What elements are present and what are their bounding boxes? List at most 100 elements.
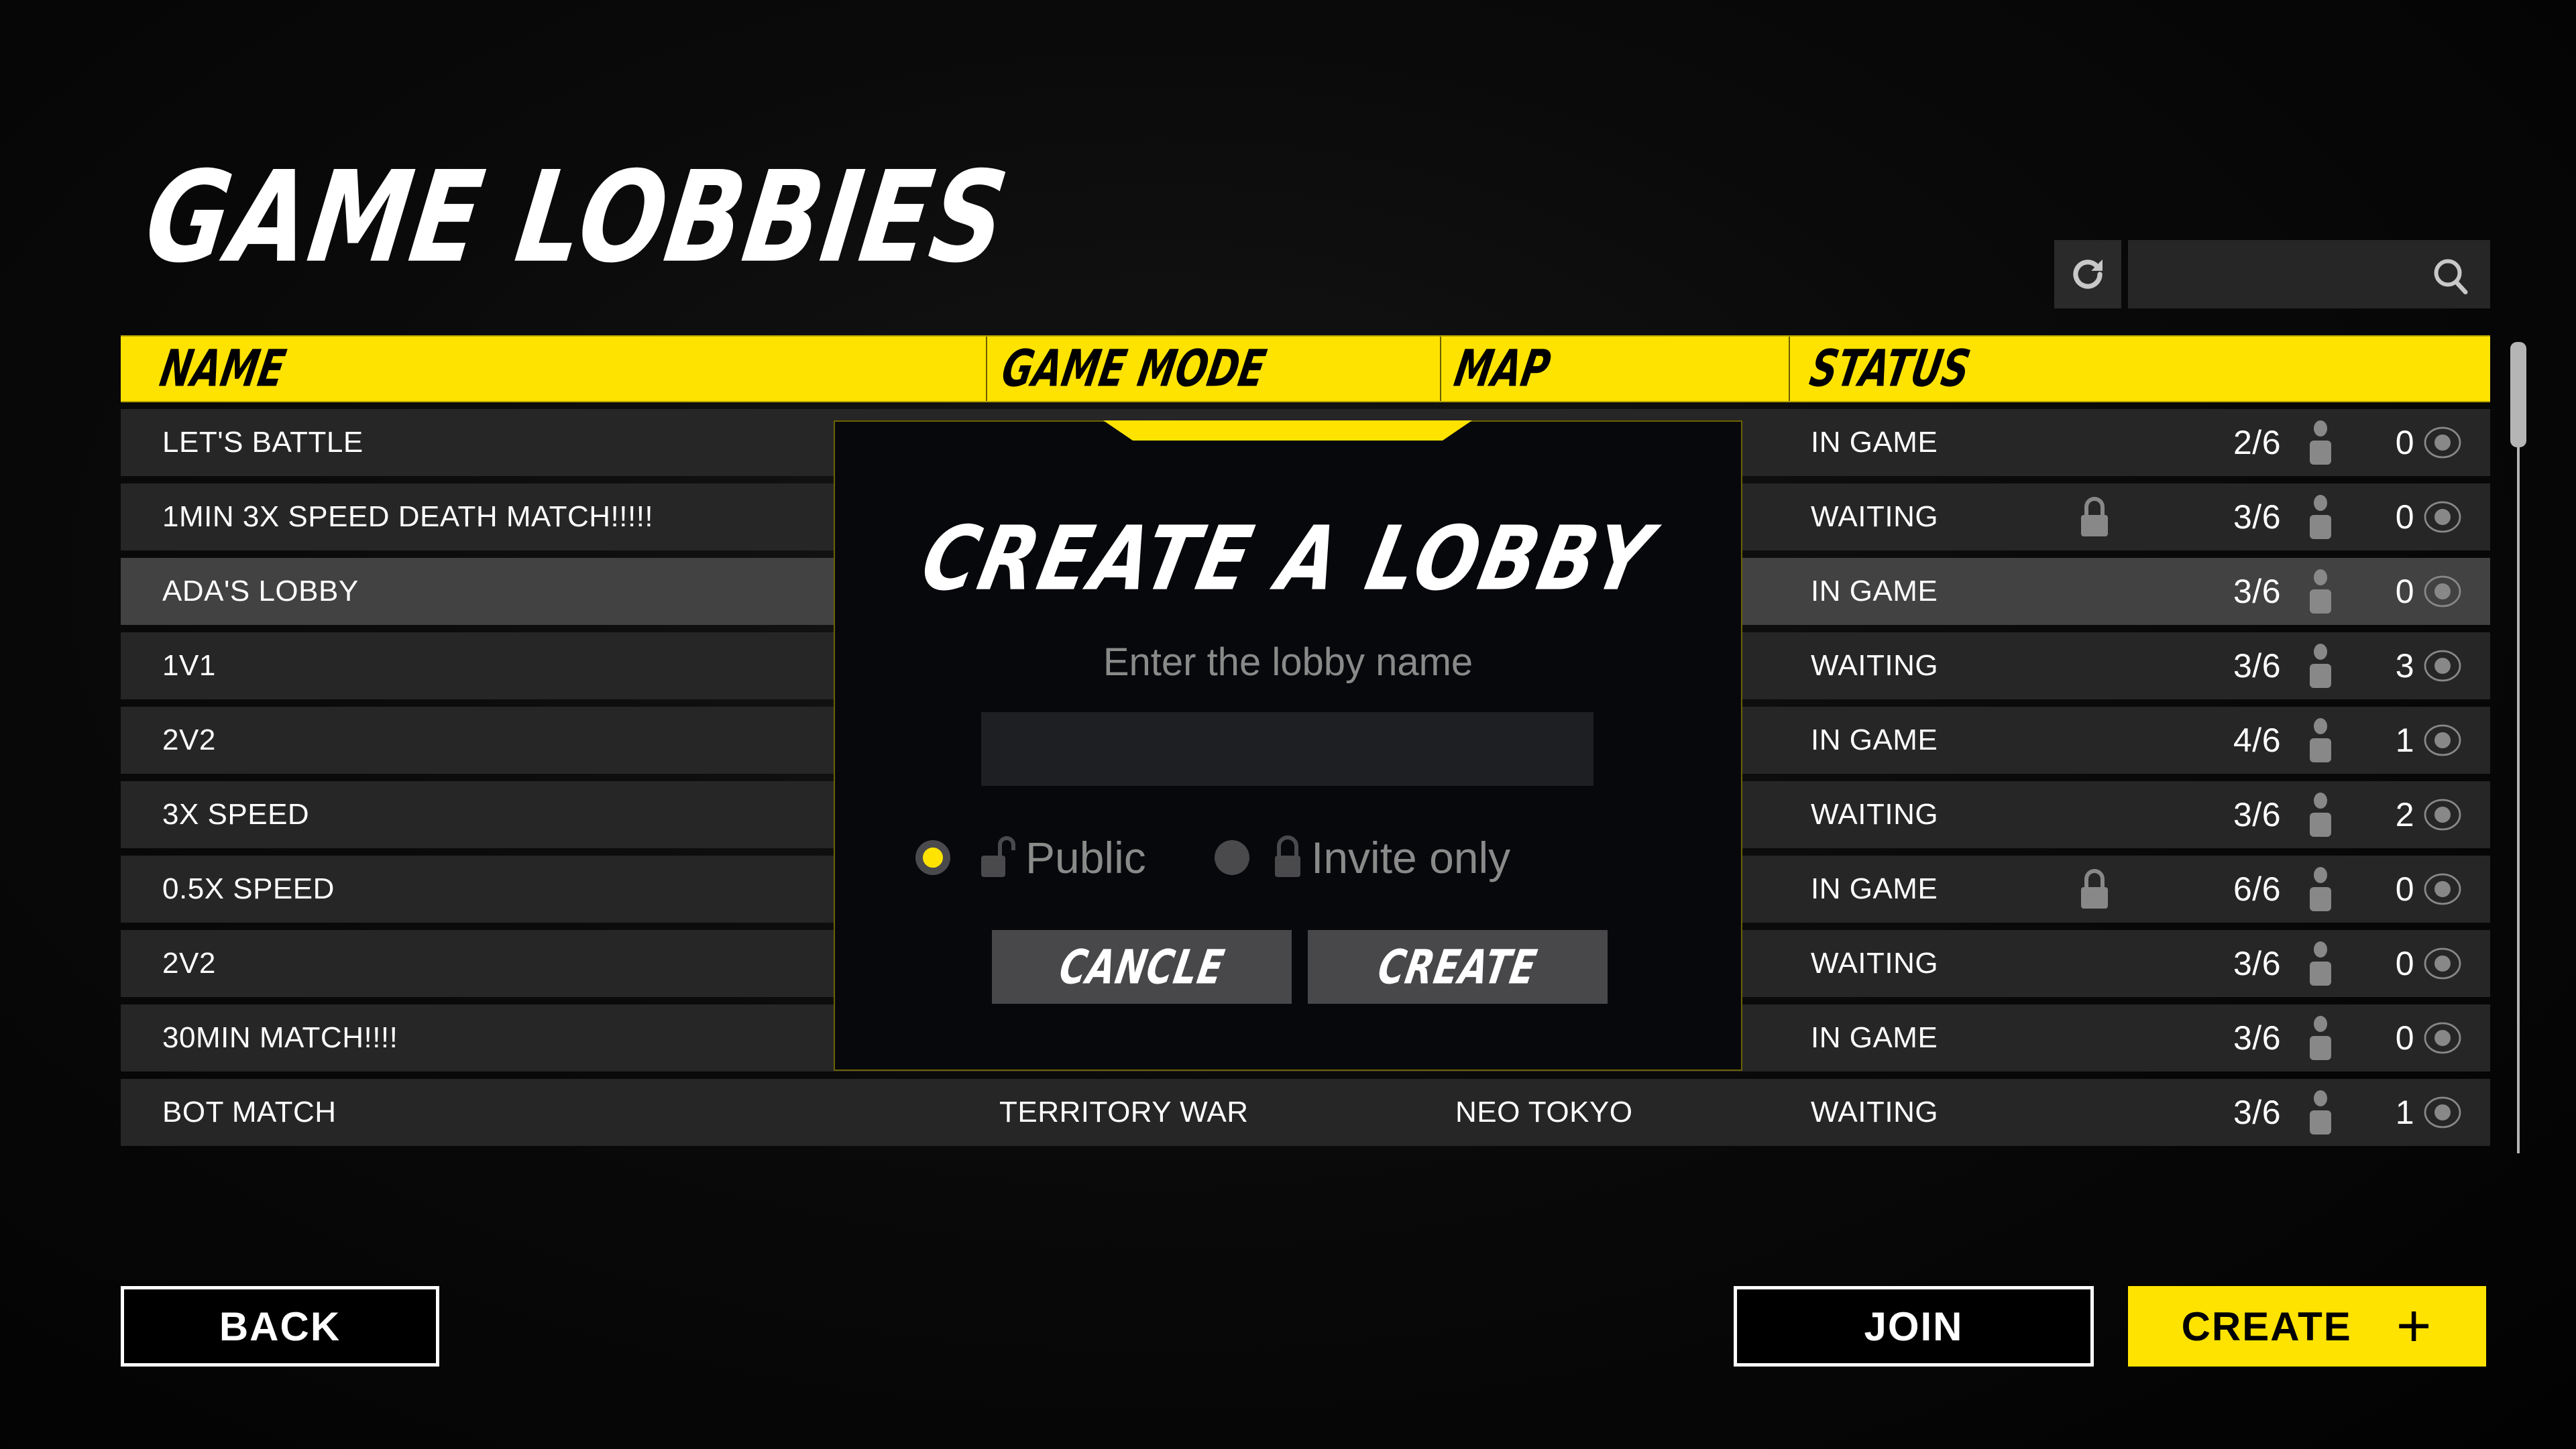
person-icon — [2308, 856, 2333, 923]
search-box — [2128, 240, 2490, 310]
lobby-name: 2V2 — [162, 947, 216, 980]
lobby-player-count: 4/6 — [2233, 721, 2282, 759]
lobby-player-count: 6/6 — [2233, 870, 2282, 908]
lobby-status: IN GAME — [1811, 872, 1938, 905]
radio-public[interactable]: Public — [915, 824, 1146, 891]
lobby-spectator-count: 1 — [2395, 1094, 2414, 1131]
lobby-status: WAITING — [1811, 649, 1939, 682]
search-icon[interactable] — [2431, 256, 2471, 296]
lobby-status: IN GAME — [1811, 723, 1938, 756]
lobby-row[interactable]: BOT MATCH TERRITORY WAR NEO TOKYO WAITIN… — [121, 1079, 2490, 1146]
lobby-spectator-count: 1 — [2395, 721, 2414, 759]
person-icon — [2308, 1004, 2333, 1071]
column-header-status[interactable]: STATUS — [1805, 337, 1974, 401]
lobby-spectator-count: 0 — [2395, 498, 2414, 536]
lobby-name: 3X SPEED — [162, 798, 310, 831]
lobby-spectator-count: 0 — [2395, 424, 2414, 461]
spectator-eye-icon — [2422, 632, 2463, 699]
lobby-spectator-count: 0 — [2395, 870, 2414, 908]
spectator-eye-icon — [2422, 707, 2463, 774]
person-icon — [2308, 409, 2333, 476]
radio-invite-only[interactable]: Invite only — [1215, 824, 1510, 891]
plus-icon: + — [2396, 1293, 2433, 1360]
create-lobby-confirm-button[interactable]: CREATE — [1308, 930, 1608, 1004]
lobby-name-label: Enter the lobby name — [1103, 640, 1473, 684]
column-divider — [986, 337, 987, 401]
spectator-eye-icon — [2422, 409, 2463, 476]
table-header: NAME GAME MODE MAP STATUS — [121, 335, 2490, 402]
lobby-name: 1V1 — [162, 649, 216, 682]
spectator-eye-icon — [2422, 1004, 2463, 1071]
person-icon — [2308, 632, 2333, 699]
join-button-label: JOIN — [1864, 1303, 1964, 1349]
join-button[interactable]: JOIN — [1734, 1286, 2094, 1367]
spectator-eye-icon — [2422, 558, 2463, 625]
lobby-status: IN GAME — [1811, 1021, 1938, 1054]
create-button-label: CREATE — [2181, 1303, 2352, 1349]
lobby-name: LET'S BATTLE — [162, 426, 363, 459]
lobby-map: NEO TOKYO — [1455, 1096, 1633, 1128]
spectator-eye-icon — [2422, 856, 2463, 923]
lock-icon — [2078, 856, 2111, 923]
lobby-player-count: 3/6 — [2233, 573, 2282, 610]
column-divider — [1789, 337, 1790, 401]
lobby-name: 1MIN 3X SPEED DEATH MATCH!!!!! — [162, 500, 654, 533]
lobby-name: 0.5X SPEED — [162, 872, 335, 905]
person-icon — [2308, 707, 2333, 774]
lobby-name: 30MIN MATCH!!!! — [162, 1021, 398, 1054]
lobby-player-count: 3/6 — [2233, 1019, 2282, 1057]
lobby-status: WAITING — [1811, 500, 1939, 533]
radio-button-selected[interactable] — [915, 840, 950, 875]
scrollbar-track[interactable] — [2517, 342, 2520, 1153]
lobby-player-count: 3/6 — [2233, 796, 2282, 833]
person-icon — [2308, 558, 2333, 625]
lobby-spectator-count: 0 — [2395, 945, 2414, 982]
column-header-name[interactable]: NAME — [156, 337, 290, 401]
lobby-status: IN GAME — [1811, 575, 1938, 607]
dialog-title: CREATE A LOBBY — [913, 507, 1663, 610]
person-icon — [2308, 781, 2333, 848]
radio-public-label: Public — [1025, 833, 1146, 882]
radio-invite-only-label: Invite only — [1311, 833, 1511, 882]
lobby-player-count: 3/6 — [2233, 498, 2282, 536]
back-button[interactable]: BACK — [121, 1286, 439, 1367]
lobby-status: IN GAME — [1811, 426, 1938, 459]
refresh-button[interactable] — [2054, 240, 2121, 308]
lobby-name: ADA'S LOBBY — [162, 575, 359, 607]
lobby-player-count: 3/6 — [2233, 1094, 2282, 1131]
lock-icon — [2078, 483, 2111, 550]
page-title: GAME LOBBIES — [137, 145, 1017, 291]
lobby-spectator-count: 0 — [2395, 573, 2414, 610]
spectator-eye-icon — [2422, 781, 2463, 848]
unlocked-icon — [981, 836, 1015, 877]
person-icon — [2308, 930, 2333, 997]
scrollbar-thumb[interactable] — [2510, 342, 2526, 448]
create-lobby-dialog: CREATE A LOBBY Enter the lobby name Publ… — [834, 420, 1742, 1071]
lobby-name-input[interactable] — [981, 712, 1593, 786]
lobby-name: BOT MATCH — [162, 1096, 337, 1128]
lobby-status: WAITING — [1811, 947, 1939, 980]
lobby-game-mode: TERRITORY WAR — [999, 1096, 1249, 1128]
spectator-eye-icon — [2422, 483, 2463, 550]
back-button-label: BACK — [219, 1303, 341, 1349]
person-icon — [2308, 483, 2333, 550]
spectator-eye-icon — [2422, 930, 2463, 997]
lobby-spectator-count: 3 — [2395, 647, 2414, 685]
column-header-game-mode[interactable]: GAME MODE — [997, 337, 1270, 401]
lobby-status: WAITING — [1811, 1096, 1939, 1128]
lobby-player-count: 3/6 — [2233, 945, 2282, 982]
lobby-spectator-count: 2 — [2395, 796, 2414, 833]
column-divider — [1440, 337, 1441, 401]
cancel-button[interactable]: CANCLE — [992, 930, 1292, 1004]
lobby-spectator-count: 0 — [2395, 1019, 2414, 1057]
lobby-player-count: 3/6 — [2233, 647, 2282, 685]
lobby-player-count: 2/6 — [2233, 424, 2282, 461]
lock-icon — [1275, 835, 1300, 877]
search-input[interactable] — [2128, 240, 2431, 310]
radio-button-unselected[interactable] — [1215, 840, 1249, 875]
create-button[interactable]: CREATE + — [2128, 1286, 2486, 1367]
column-header-map[interactable]: MAP — [1450, 337, 1555, 401]
lobby-name: 2V2 — [162, 723, 216, 756]
spectator-eye-icon — [2422, 1079, 2463, 1146]
refresh-icon — [2073, 259, 2103, 289]
